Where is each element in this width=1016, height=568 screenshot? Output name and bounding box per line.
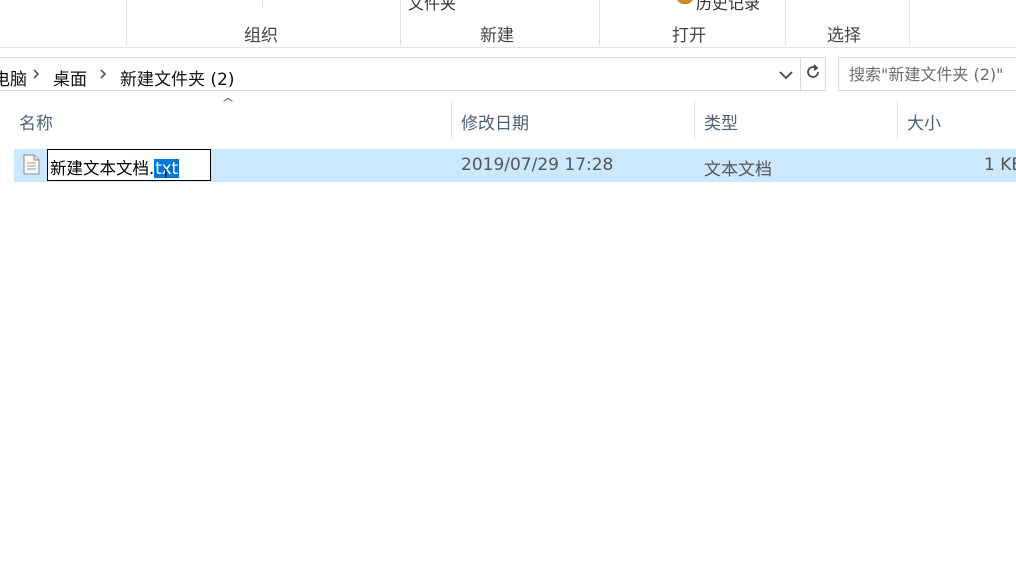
ribbon-separator <box>262 0 263 8</box>
column-header-modified[interactable]: 修改日期 <box>461 100 691 140</box>
ribbon-separator <box>599 0 600 46</box>
ribbon-separator <box>126 0 127 46</box>
text-file-icon <box>23 154 40 175</box>
file-row[interactable]: 新建文本文档.txt Ⅰ 2019/07/29 17:28 文本文档 1 KB <box>14 149 1016 182</box>
ribbon-separator <box>400 0 401 46</box>
ribbon: 文件夹 历史记录 组织 新建 打开 选择 <box>0 0 1016 48</box>
rename-input[interactable]: 新建文本文档.txt <box>47 149 211 181</box>
address-row: 电脑 桌面 新建文件夹 (2) <box>0 56 1016 92</box>
search-box[interactable] <box>838 57 1016 91</box>
column-divider[interactable] <box>897 100 898 140</box>
ribbon-separator <box>909 0 910 46</box>
chevron-down-icon[interactable] <box>777 65 795 85</box>
rename-text: 新建文本文档.txt <box>50 155 179 179</box>
file-size: 1 KB <box>984 155 1016 175</box>
column-divider[interactable] <box>451 100 452 140</box>
chevron-right-icon[interactable] <box>98 64 108 88</box>
breadcrumb-computer[interactable]: 电脑 <box>0 65 27 90</box>
group-open: 打开 <box>672 26 706 46</box>
group-organize: 组织 <box>244 26 278 46</box>
chevron-right-icon[interactable] <box>31 64 41 88</box>
column-header-size-label: 大小 <box>907 114 941 134</box>
breadcrumb-desktop[interactable]: 桌面 <box>53 65 87 90</box>
column-divider[interactable] <box>694 100 695 140</box>
column-header-name[interactable]: 名称 <box>19 100 449 140</box>
filename-base: 新建文本文档. <box>50 159 155 178</box>
group-select: 选择 <box>827 26 861 46</box>
file-modified-date: 2019/07/29 17:28 <box>461 155 614 175</box>
column-header-type-label: 类型 <box>704 114 738 134</box>
ribbon-partial-label[interactable]: 文件夹 <box>408 0 456 14</box>
column-header-name-label: 名称 <box>19 114 53 134</box>
search-input[interactable] <box>839 58 1016 90</box>
column-header-modified-label: 修改日期 <box>461 114 529 134</box>
column-header-type[interactable]: 类型 <box>704 100 894 140</box>
refresh-icon <box>804 63 822 86</box>
history-icon <box>676 0 694 4</box>
ribbon-separator <box>785 0 786 46</box>
refresh-button[interactable] <box>800 57 826 91</box>
column-header-size[interactable]: 大小 <box>907 100 1016 140</box>
address-bar[interactable]: 电脑 桌面 新建文件夹 (2) <box>0 57 800 91</box>
breadcrumb-current-folder[interactable]: 新建文件夹 (2) <box>120 65 234 90</box>
group-new: 新建 <box>480 26 514 46</box>
file-type: 文本文档 <box>704 160 772 180</box>
ribbon-partial-label-2[interactable]: 历史记录 <box>696 0 760 14</box>
text-cursor-icon: Ⅰ <box>164 167 168 181</box>
